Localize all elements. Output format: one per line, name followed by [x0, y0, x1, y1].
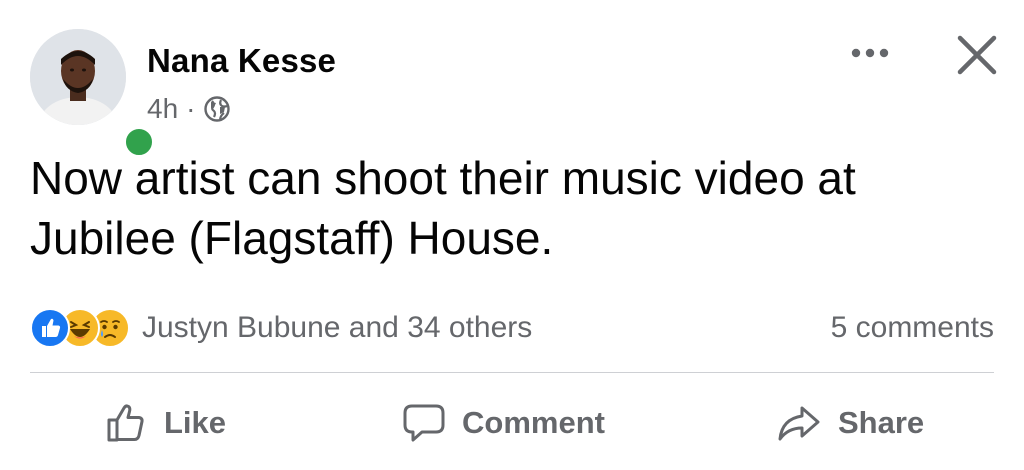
author-avatar-wrapper[interactable] — [30, 29, 156, 159]
more-options-button[interactable] — [846, 38, 894, 68]
post-timestamp[interactable]: 4h — [147, 93, 178, 125]
comment-button[interactable]: Comment — [402, 395, 605, 451]
avatar-image — [30, 29, 126, 125]
post-meta: 4h · — [147, 92, 231, 126]
globe-icon — [204, 96, 231, 122]
more-horizontal-icon — [851, 48, 889, 58]
like-reaction-icon — [30, 308, 70, 348]
reactors-summary-text[interactable]: Justyn Bubune and 34 others — [142, 311, 532, 345]
share-icon — [778, 406, 820, 441]
like-button[interactable]: Like — [104, 395, 226, 451]
author-name[interactable]: Nana Kesse — [147, 42, 336, 80]
meta-separator: · — [186, 93, 196, 124]
actions-divider — [30, 372, 994, 373]
close-icon — [957, 35, 997, 75]
share-label: Share — [838, 405, 925, 440]
like-label: Like — [164, 405, 227, 440]
comment-label: Comment — [462, 405, 605, 440]
avatar[interactable] — [30, 29, 126, 125]
like-icon — [107, 404, 144, 442]
reactions-summary[interactable]: Justyn Bubune and 34 others — [30, 308, 532, 348]
reaction-icons-group[interactable] — [30, 308, 130, 348]
post-card: Nana Kesse 4h · Now artist can shoot the… — [0, 0, 1024, 470]
close-post-button[interactable] — [952, 30, 1002, 80]
comment-icon — [403, 404, 445, 442]
post-text: Now artist can shoot their music video a… — [30, 152, 856, 264]
comments-count-link[interactable]: 5 comments — [831, 310, 994, 346]
share-button[interactable]: Share — [776, 395, 924, 451]
